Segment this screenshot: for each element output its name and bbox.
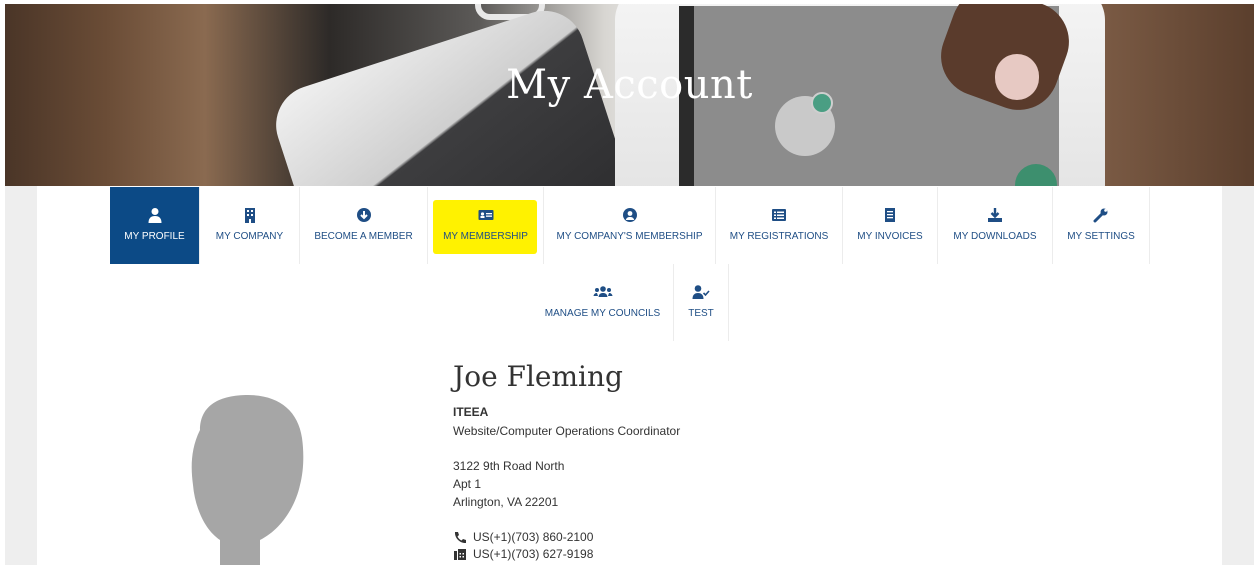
tab-label: TEST xyxy=(688,308,714,319)
tab-become-a-member[interactable]: BECOME A MEMBER xyxy=(300,187,428,264)
tab-label: MY REGISTRATIONS xyxy=(729,231,829,242)
tab-my-downloads[interactable]: MY DOWNLOADS xyxy=(938,187,1053,264)
invoice-icon xyxy=(885,208,895,222)
tab-label: MY SETTINGS xyxy=(1067,231,1135,242)
page-title: My Account xyxy=(506,62,753,108)
tab-label: MANAGE MY COUNCILS xyxy=(544,308,661,319)
tab-label: MY DOWNLOADS xyxy=(953,231,1037,242)
user-circle-icon xyxy=(622,208,637,222)
tab-label: MY COMPANY'S MEMBERSHIP xyxy=(556,231,703,242)
phone-icon xyxy=(454,531,466,543)
tab-label: MY INVOICES xyxy=(857,231,923,242)
tab-my-company[interactable]: MY COMPANY xyxy=(200,187,300,264)
phone-number: US(+1)(703) 860-2100 xyxy=(473,530,594,544)
profile-organization: ITEEA xyxy=(453,405,489,419)
tab-label: MY MEMBERSHIP xyxy=(443,231,528,242)
download-icon xyxy=(988,208,1002,222)
avatar-silhouette-icon xyxy=(191,395,304,565)
fax-icon xyxy=(454,548,466,560)
users-icon xyxy=(593,286,612,297)
wrench-icon xyxy=(1093,208,1108,223)
page-gutter xyxy=(1222,186,1254,565)
tab-label: MY COMPANY xyxy=(215,231,284,242)
tab-my-membership[interactable]: MY MEMBERSHIP xyxy=(428,187,544,264)
tab-my-registrations[interactable]: MY REGISTRATIONS xyxy=(716,187,843,264)
avatar xyxy=(160,390,330,565)
fax-line: US(+1)(703) 627-9198 xyxy=(453,547,593,561)
phone-line: US(+1)(703) 860-2100 xyxy=(453,530,593,544)
tab-label: MY PROFILE xyxy=(124,231,185,242)
fax-number: US(+1)(703) 627-9198 xyxy=(473,547,594,561)
profile-name: Joe Fleming xyxy=(453,360,623,393)
profile-job-title: Website/Computer Operations Coordinator xyxy=(453,424,681,438)
tab-my-settings[interactable]: MY SETTINGS xyxy=(1053,187,1150,264)
building-icon xyxy=(244,208,255,223)
address-city-state-zip: Arlington, VA 22201 xyxy=(453,495,559,509)
user-check-icon xyxy=(692,285,710,299)
hero-banner: My Account xyxy=(5,4,1254,186)
user-icon xyxy=(148,208,161,223)
id-card-icon xyxy=(478,210,493,220)
address-line-2: Apt 1 xyxy=(453,477,482,491)
tab-my-profile[interactable]: MY PROFILE xyxy=(110,187,200,264)
address-line-1: 3122 9th Road North xyxy=(453,459,565,473)
tab-label: BECOME A MEMBER xyxy=(314,231,413,242)
list-icon xyxy=(772,209,786,221)
tab-my-companys-membership[interactable]: MY COMPANY'S MEMBERSHIP xyxy=(544,187,716,264)
tab-my-invoices[interactable]: MY INVOICES xyxy=(843,187,938,264)
arrow-down-circle-icon xyxy=(356,208,371,222)
tab-manage-my-councils[interactable]: MANAGE MY COUNCILS xyxy=(532,264,674,341)
page-gutter xyxy=(5,186,37,565)
tab-test[interactable]: TEST xyxy=(674,264,729,341)
